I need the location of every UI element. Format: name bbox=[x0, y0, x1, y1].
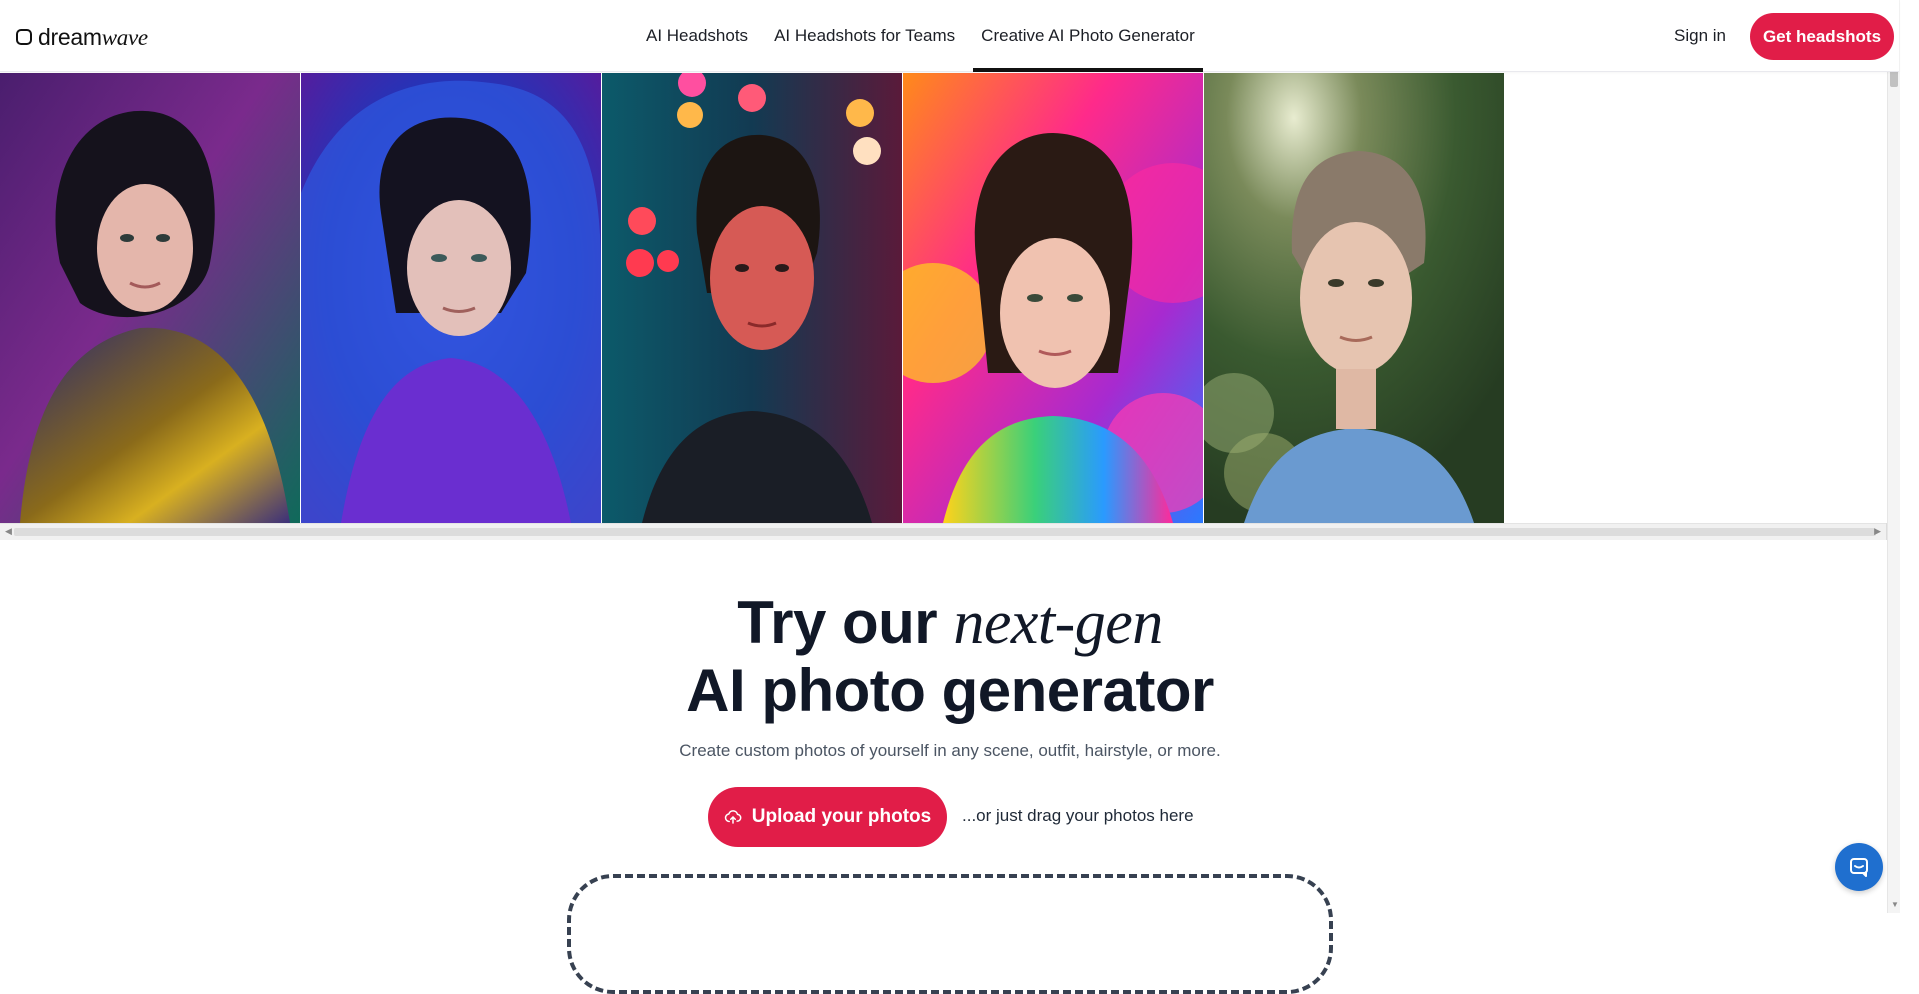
brand-name: dreamwave bbox=[38, 23, 148, 50]
scroll-down-arrow-icon[interactable]: ▼ bbox=[1891, 900, 1899, 909]
gallery-scrollbar-thumb[interactable] bbox=[14, 528, 1876, 536]
site-header: dreamwave AI Headshots AI Headshots for … bbox=[0, 0, 1899, 72]
brand-logo[interactable]: dreamwave bbox=[16, 24, 148, 50]
get-headshots-button[interactable]: Get headshots bbox=[1750, 13, 1894, 60]
hero-title-line-1: Try our next-gen bbox=[737, 589, 1163, 657]
gallery-photo-blue-veil bbox=[301, 73, 601, 523]
nav-creative-ai-photo-generator[interactable]: Creative AI Photo Generator bbox=[973, 0, 1203, 72]
scroll-left-arrow-icon[interactable]: ◀ bbox=[5, 526, 12, 537]
hero-title-italic: next-gen bbox=[953, 589, 1163, 657]
gallery-photo-iridescent-cloak bbox=[0, 73, 300, 523]
photo-dropzone[interactable] bbox=[567, 874, 1333, 994]
nav-ai-headshots[interactable]: AI Headshots bbox=[638, 0, 756, 72]
rounded-square-icon bbox=[16, 29, 32, 45]
gallery-horizontal-scrollbar[interactable]: ◀ ▶ bbox=[0, 523, 1886, 540]
nav-ai-headshots-teams[interactable]: AI Headshots for Teams bbox=[766, 0, 963, 72]
cloud-upload-icon bbox=[724, 810, 742, 824]
drag-hint-text: ...or just drag your photos here bbox=[962, 806, 1194, 825]
scroll-right-arrow-icon[interactable]: ▶ bbox=[1874, 526, 1881, 537]
upload-button-label: Upload your photos bbox=[751, 806, 932, 827]
gallery-photo-neon-bokeh bbox=[602, 73, 902, 523]
main-nav: AI Headshots AI Headshots for Teams Crea… bbox=[638, 0, 1213, 72]
photo-gallery bbox=[0, 73, 1886, 523]
hero-title-line-2: AI photo generator bbox=[686, 657, 1214, 724]
upload-photos-button[interactable]: Upload your photos bbox=[708, 787, 947, 847]
page-vertical-scrollbar[interactable]: ▲ ▼ bbox=[1887, 0, 1900, 913]
chat-launcher-button[interactable] bbox=[1835, 843, 1883, 891]
chat-bubble-icon bbox=[1850, 858, 1868, 877]
gallery-photo-outdoor-sunlight bbox=[1204, 73, 1504, 523]
gallery-photo-color-powder bbox=[903, 73, 1203, 523]
hero-subtitle: Create custom photos of yourself in any … bbox=[679, 741, 1221, 760]
sign-in-link[interactable]: Sign in bbox=[1674, 26, 1726, 46]
